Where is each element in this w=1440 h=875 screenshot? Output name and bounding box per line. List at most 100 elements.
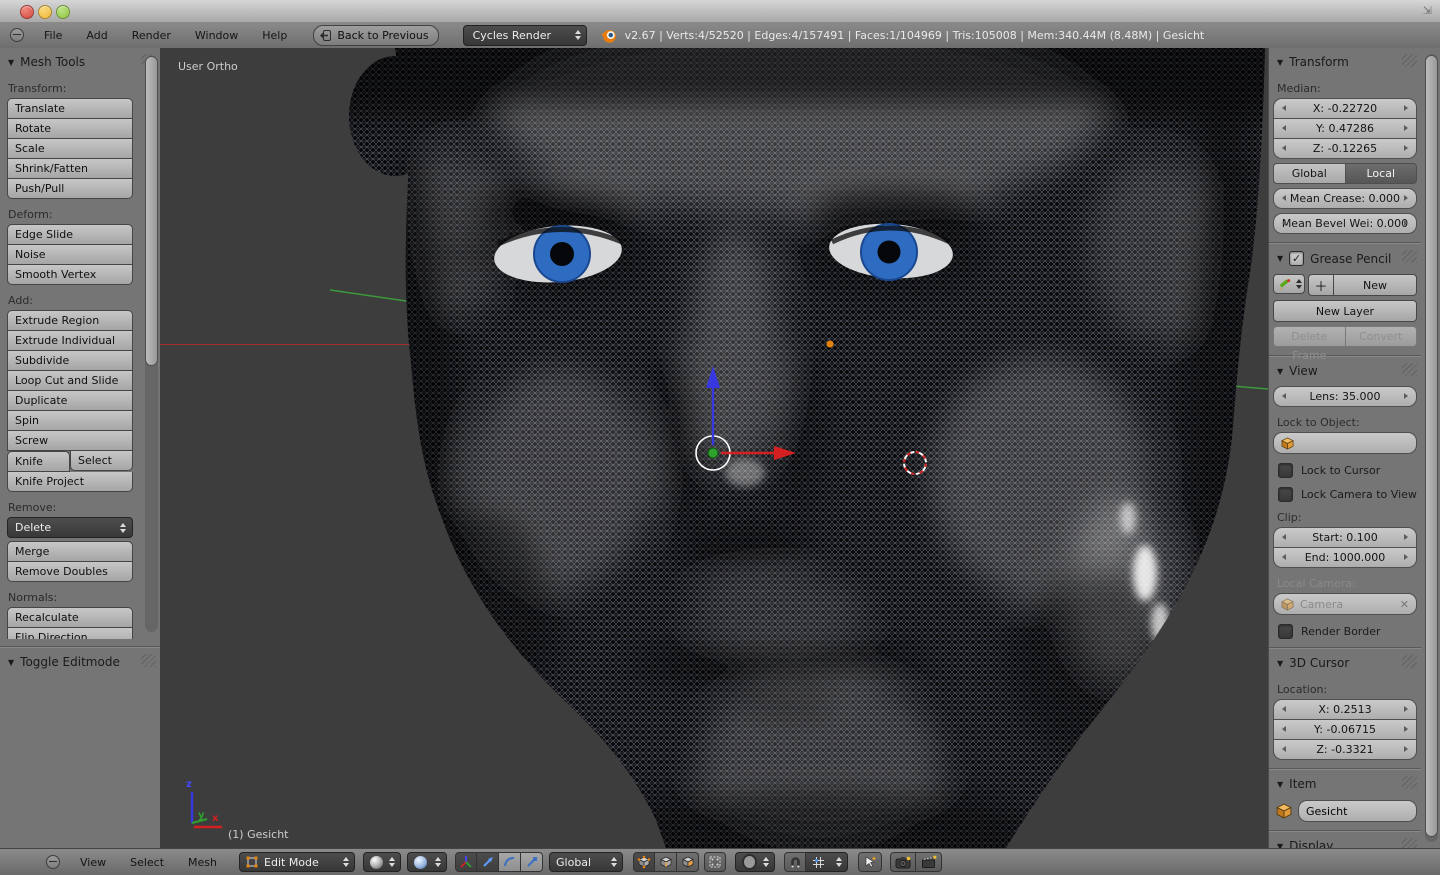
shrink-fatten-button[interactable]: Shrink/Fatten bbox=[7, 159, 133, 179]
median-x-field[interactable]: X: -0.22720 bbox=[1273, 98, 1417, 119]
engine-stepper-icon[interactable] bbox=[575, 30, 581, 40]
header-collapse-icon[interactable] bbox=[10, 28, 24, 42]
titlebar[interactable]: ⇲ bbox=[0, 0, 1440, 23]
y-axis-dot-handle[interactable] bbox=[708, 448, 718, 458]
knife-project-button[interactable]: Knife Project bbox=[7, 472, 133, 492]
properties-scrollbar[interactable] bbox=[1425, 54, 1438, 842]
delete-dropdown[interactable]: Delete bbox=[7, 517, 133, 538]
draw-mode-dropdown[interactable] bbox=[1273, 274, 1305, 294]
pivot-stepper-icon[interactable] bbox=[435, 857, 441, 867]
menu-help[interactable]: Help bbox=[250, 29, 299, 42]
collapse-triangle-icon[interactable]: ▼ bbox=[1277, 780, 1283, 789]
properties-scroll-thumb[interactable] bbox=[1425, 55, 1438, 837]
mean-bevel-field[interactable]: Mean Bevel Wei: 0.000 bbox=[1273, 213, 1417, 234]
snap-target-button[interactable] bbox=[858, 852, 882, 872]
item-panel-header[interactable]: ▼ Item bbox=[1269, 770, 1421, 795]
manipulator-scale-button[interactable] bbox=[521, 852, 543, 872]
subdivide-button[interactable]: Subdivide bbox=[7, 351, 133, 371]
lock-to-object-field[interactable] bbox=[1273, 432, 1417, 454]
lock-to-cursor-checkbox[interactable] bbox=[1278, 463, 1293, 478]
mode-dropdown[interactable]: Edit Mode bbox=[239, 852, 355, 872]
limit-to-visible-button[interactable] bbox=[704, 852, 726, 872]
view-panel-header[interactable]: ▼ View bbox=[1269, 357, 1421, 382]
edge-select-button[interactable] bbox=[655, 852, 677, 872]
local-camera-field[interactable]: Camera ✕ bbox=[1273, 593, 1417, 615]
menu-view[interactable]: View bbox=[68, 856, 118, 869]
grease-pencil-checkbox[interactable]: ✓ bbox=[1289, 251, 1304, 266]
toggle-editmode-panel-header[interactable]: ▼ Toggle Editmode bbox=[0, 648, 160, 673]
grease-add-button[interactable]: ＋ bbox=[1308, 274, 1333, 296]
opengl-render-anim-button[interactable] bbox=[916, 852, 942, 872]
transform-panel-header[interactable]: ▼ Transform bbox=[1269, 48, 1421, 73]
knife-button[interactable]: Knife bbox=[7, 451, 70, 472]
proportional-stepper-icon[interactable] bbox=[763, 857, 769, 867]
edge-slide-button[interactable]: Edge Slide bbox=[7, 224, 133, 245]
orientation-stepper-icon[interactable] bbox=[611, 857, 617, 867]
menu-add[interactable]: Add bbox=[74, 29, 119, 42]
snap-stepper-icon[interactable] bbox=[836, 857, 842, 867]
proportional-edit-dropdown[interactable] bbox=[735, 852, 775, 872]
spin-button[interactable]: Spin bbox=[7, 411, 133, 431]
cursor-y-field[interactable]: Y: -0.06715 bbox=[1273, 720, 1417, 740]
cursor-z-field[interactable]: Z: -0.3321 bbox=[1273, 740, 1417, 760]
face-select-button[interactable] bbox=[677, 852, 699, 872]
panel-resize-hatch-icon[interactable] bbox=[1402, 363, 1417, 376]
delete-frame-button[interactable]: Delete Frame bbox=[1273, 326, 1345, 347]
loop-cut-button[interactable]: Loop Cut and Slide bbox=[7, 371, 133, 391]
collapse-triangle-icon[interactable]: ▼ bbox=[1277, 254, 1283, 263]
menu-file[interactable]: File bbox=[32, 29, 74, 42]
clip-start-field[interactable]: Start: 0.100 bbox=[1273, 527, 1417, 548]
render-border-checkbox[interactable] bbox=[1278, 624, 1293, 639]
collapse-triangle-icon[interactable]: ▼ bbox=[1277, 367, 1283, 376]
snap-element-dropdown[interactable] bbox=[806, 852, 848, 872]
flip-direction-button[interactable]: Flip Direction bbox=[7, 628, 133, 639]
extrude-region-button[interactable]: Extrude Region bbox=[7, 310, 133, 331]
orientation-dropdown[interactable]: Global bbox=[549, 852, 623, 872]
lock-camera-checkbox[interactable] bbox=[1278, 487, 1293, 502]
manipulator-translate-button[interactable] bbox=[477, 852, 499, 872]
clear-camera-icon[interactable]: ✕ bbox=[1400, 598, 1409, 611]
pivot-point-dropdown[interactable] bbox=[407, 852, 447, 872]
display-panel-header[interactable]: ▼ Display bbox=[1269, 832, 1421, 848]
delete-stepper-icon[interactable] bbox=[120, 523, 126, 533]
panel-resize-hatch-icon[interactable] bbox=[1402, 655, 1417, 668]
panel-resize-hatch-icon[interactable] bbox=[141, 654, 156, 667]
panel-resize-hatch-icon[interactable] bbox=[1402, 838, 1417, 848]
panel-resize-hatch-icon[interactable] bbox=[1402, 776, 1417, 789]
collapse-triangle-icon[interactable]: ▼ bbox=[1277, 58, 1283, 67]
item-name-field[interactable]: Gesicht bbox=[1298, 800, 1417, 822]
menu-window[interactable]: Window bbox=[183, 29, 250, 42]
shading-stepper-icon[interactable] bbox=[389, 857, 395, 867]
snap-magnet-button[interactable] bbox=[784, 852, 806, 872]
mesh-tools-panel-header[interactable]: ▼ Mesh Tools bbox=[0, 48, 160, 73]
viewport-3d[interactable]: User Ortho (1) Gesicht z y x bbox=[160, 48, 1268, 848]
collapse-triangle-icon[interactable]: ▼ bbox=[8, 658, 14, 667]
remove-doubles-button[interactable]: Remove Doubles bbox=[7, 562, 133, 582]
global-button[interactable]: Global bbox=[1273, 163, 1345, 184]
translate-button[interactable]: Translate bbox=[7, 98, 133, 119]
local-button[interactable]: Local bbox=[1345, 163, 1418, 184]
mode-stepper-icon[interactable] bbox=[343, 857, 349, 867]
merge-button[interactable]: Merge bbox=[7, 541, 133, 562]
grease-new-button[interactable]: New bbox=[1333, 274, 1417, 296]
smooth-vertex-button[interactable]: Smooth Vertex bbox=[7, 265, 133, 285]
grease-pencil-panel-header[interactable]: ▼ ✓ Grease Pencil bbox=[1269, 244, 1421, 270]
close-window-icon[interactable] bbox=[20, 5, 34, 19]
new-layer-button[interactable]: New Layer bbox=[1273, 300, 1417, 322]
menu-mesh[interactable]: Mesh bbox=[176, 856, 229, 869]
minimize-window-icon[interactable] bbox=[38, 5, 52, 19]
menu-select[interactable]: Select bbox=[118, 856, 176, 869]
scale-button[interactable]: Scale bbox=[7, 139, 133, 159]
tool-shelf-scrollbar[interactable] bbox=[145, 56, 158, 632]
manipulator-rotate-button[interactable] bbox=[499, 852, 521, 872]
cursor-3d-panel-header[interactable]: ▼ 3D Cursor bbox=[1269, 649, 1421, 674]
menu-render[interactable]: Render bbox=[120, 29, 183, 42]
back-to-previous-button[interactable]: Back to Previous bbox=[313, 25, 438, 46]
push-pull-button[interactable]: Push/Pull bbox=[7, 179, 133, 199]
knife-select-button[interactable]: Select bbox=[70, 451, 133, 471]
viewport-shading-dropdown[interactable] bbox=[363, 852, 401, 872]
mean-crease-field[interactable]: Mean Crease: 0.000 bbox=[1273, 188, 1417, 209]
zoom-window-icon[interactable] bbox=[56, 5, 70, 19]
panel-resize-hatch-icon[interactable] bbox=[1402, 54, 1417, 67]
lens-field[interactable]: Lens: 35.000 bbox=[1273, 386, 1417, 407]
